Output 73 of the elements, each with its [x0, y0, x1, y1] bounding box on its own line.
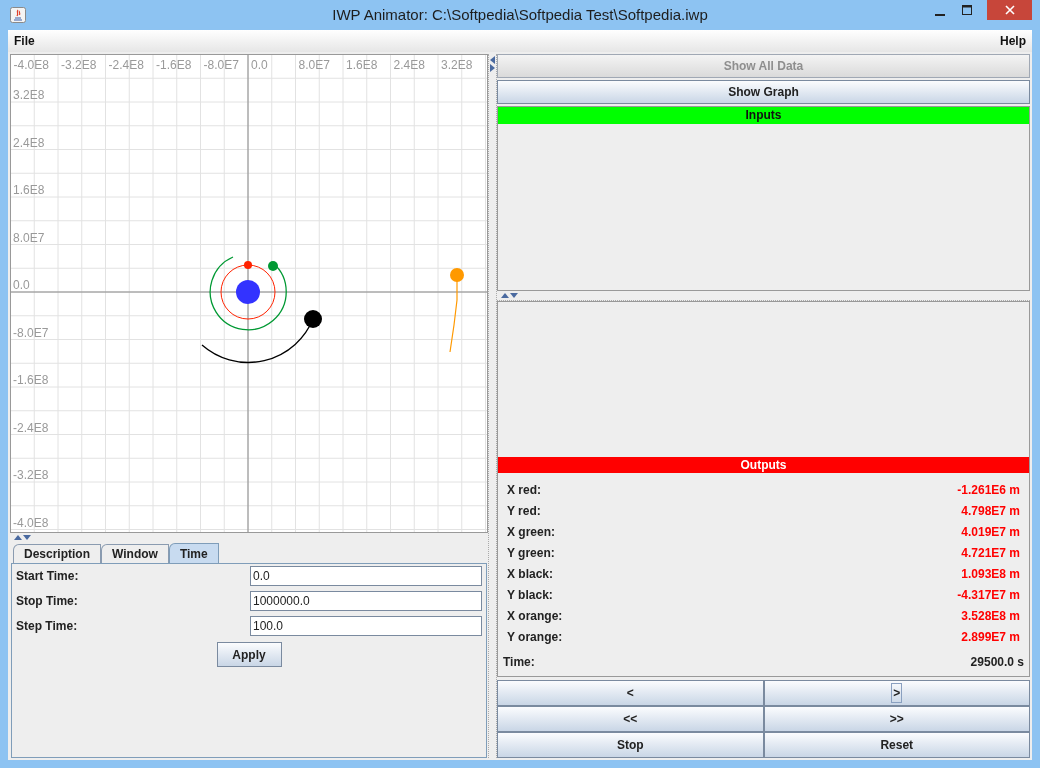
output-label: Y black:: [507, 586, 553, 604]
body-marker: [304, 310, 322, 328]
menu-item[interactable]: Help: [1000, 32, 1026, 50]
y-axis-label: 2.4E8: [13, 135, 45, 150]
time-value: 29500.0 s: [970, 654, 1024, 671]
y-axis-label: -3.2E8: [13, 468, 49, 482]
window-title: IWP Animator: C:\Softpedia\Softpedia Test\Softpedia.iwp: [331, 4, 709, 25]
output-value: -1.261E6 m: [957, 481, 1020, 499]
output-label: X red:: [507, 481, 541, 499]
apply-button[interactable]: Apply: [216, 642, 282, 667]
inputs-header: Inputs: [498, 107, 1029, 124]
output-value: 1.093E8 m: [961, 565, 1020, 583]
x-axis-label: -1.6E8: [156, 58, 192, 72]
y-axis-label: 3.2E8: [13, 88, 45, 102]
output-label: Y orange:: [507, 628, 563, 646]
panel-button[interactable]: Show Graph: [497, 80, 1030, 104]
expand-icon[interactable]: [510, 293, 518, 298]
output-value: 4.798E7 m: [961, 502, 1020, 520]
x-axis-label: 1.6E8: [346, 58, 378, 72]
playback-button[interactable]: <<: [497, 706, 764, 732]
body-marker: [236, 280, 260, 304]
body-marker: [268, 261, 278, 271]
time-label: Time:: [503, 654, 535, 671]
output-label: Y red:: [507, 502, 541, 520]
playback-button[interactable]: Reset: [763, 732, 1030, 758]
body-marker: [450, 268, 464, 282]
tab[interactable]: Window: [101, 544, 169, 563]
expand-icon[interactable]: [490, 64, 495, 72]
output-label: Y green:: [507, 544, 555, 562]
outputs-header: Outputs: [498, 457, 1029, 473]
field-label: Stop Time:: [16, 593, 79, 610]
output-value: -4.317E7 m: [957, 586, 1020, 604]
y-axis-label: -4.0E8: [13, 515, 49, 530]
maximize-icon[interactable]: [962, 5, 972, 15]
y-axis-label: 0.0: [13, 278, 30, 292]
tab[interactable]: Time: [168, 543, 219, 563]
y-axis-label: 1.6E8: [13, 183, 45, 197]
playback-button[interactable]: Stop: [497, 732, 764, 758]
x-axis-label: 0.0: [251, 58, 268, 72]
field-label: Start Time:: [16, 568, 80, 585]
input-field[interactable]: 1000000.0: [250, 591, 482, 611]
x-axis-label: 2.4E8: [393, 58, 425, 72]
collapse-icon[interactable]: [501, 293, 509, 298]
input-field[interactable]: 100.0: [250, 616, 482, 636]
y-axis-label: -8.0E7: [13, 325, 49, 340]
output-value: 2.899E7 m: [961, 628, 1020, 646]
app-icon[interactable]: [10, 7, 26, 23]
output-value: 4.019E7 m: [961, 523, 1020, 541]
x-axis-label: 8.0E7: [298, 58, 330, 72]
y-axis-label: -1.6E8: [13, 373, 49, 387]
playback-button[interactable]: <: [497, 680, 764, 706]
x-axis-label: 3.2E8: [441, 58, 473, 72]
playback-button[interactable]: >>: [763, 706, 1030, 732]
field-label: Step Time:: [16, 618, 79, 635]
x-axis-label: -4.0E8: [13, 58, 49, 72]
y-axis-label: -2.4E8: [13, 420, 49, 435]
output-value: 4.721E7 m: [961, 544, 1020, 562]
menu-item[interactable]: File: [14, 32, 35, 50]
y-axis-label: 8.0E7: [13, 230, 45, 245]
body-marker: [244, 261, 252, 269]
output-label: X green:: [507, 523, 555, 541]
x-axis-label: -2.4E8: [108, 58, 144, 72]
input-field[interactable]: 0.0: [250, 566, 482, 586]
collapse-icon[interactable]: [490, 56, 495, 64]
close-button[interactable]: [987, 0, 1032, 20]
playback-button[interactable]: >: [763, 680, 1030, 706]
output-label: X black:: [507, 565, 554, 583]
x-axis-label: -3.2E8: [61, 58, 97, 72]
tab[interactable]: Description: [13, 544, 101, 563]
x-axis-label: -8.0E7: [203, 58, 239, 72]
close-icon: [1004, 5, 1015, 15]
output-value: 3.528E8 m: [961, 607, 1020, 625]
output-label: X orange:: [507, 607, 563, 625]
